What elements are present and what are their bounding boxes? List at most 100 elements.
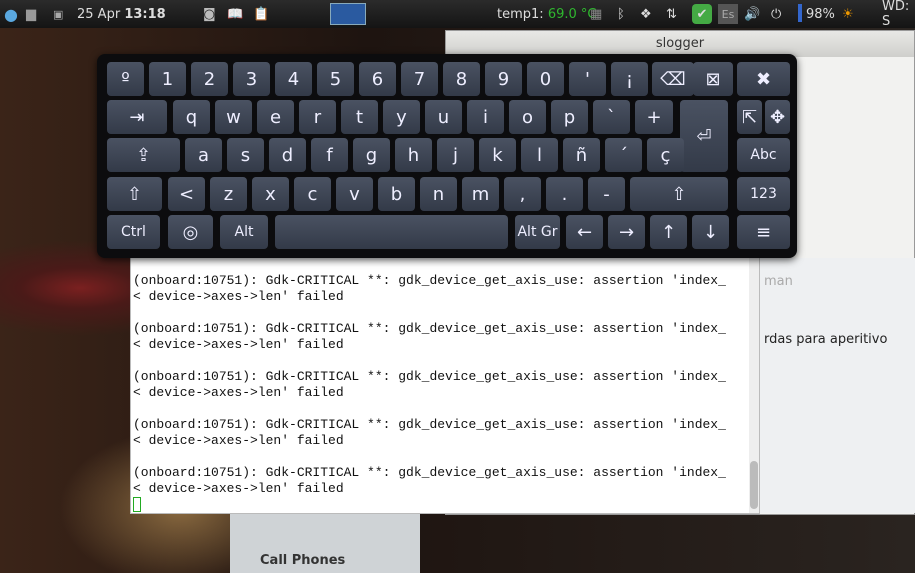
scrollbar-thumb[interactable] xyxy=(750,461,758,509)
key-y[interactable]: y xyxy=(383,100,420,134)
key-g[interactable]: g xyxy=(353,138,390,172)
folder-icon[interactable]: ▆ xyxy=(26,4,36,24)
key-h[interactable]: h xyxy=(395,138,432,172)
key-´[interactable]: ´ xyxy=(605,138,642,172)
key-Ctrl[interactable]: Ctrl xyxy=(107,215,160,249)
terminal-line: (onboard:10751): Gdk-CRITICAL **: gdk_de… xyxy=(133,369,726,384)
key-s[interactable]: s xyxy=(227,138,264,172)
key-4[interactable]: 4 xyxy=(275,62,312,96)
key-0[interactable]: 0 xyxy=(527,62,564,96)
xfce-menu-icon[interactable]: ● xyxy=(4,4,18,24)
key-p[interactable]: p xyxy=(551,100,588,134)
key-left-arrow[interactable]: ← xyxy=(566,215,603,249)
key-'[interactable]: ' xyxy=(569,62,606,96)
key-7[interactable]: 7 xyxy=(401,62,438,96)
key-o[interactable]: o xyxy=(509,100,546,134)
key-l[interactable]: l xyxy=(521,138,558,172)
check-icon[interactable]: ✔ xyxy=(692,4,712,24)
key-move[interactable]: ✥ xyxy=(765,100,790,134)
network-icon[interactable]: ⇅ xyxy=(666,4,677,24)
camera-icon[interactable]: ◙ xyxy=(203,4,216,24)
key-r[interactable]: r xyxy=(299,100,336,134)
key-b[interactable]: b xyxy=(378,177,415,211)
key-1[interactable]: 1 xyxy=(149,62,186,96)
call-phones-label[interactable]: Call Phones xyxy=(260,553,345,568)
terminal-icon[interactable]: ▣ xyxy=(53,4,63,24)
key-up-arrow[interactable]: ↑ xyxy=(650,215,687,249)
key-2[interactable]: 2 xyxy=(191,62,228,96)
key-8[interactable]: 8 xyxy=(443,62,480,96)
terminal-line: < device->axes->len' failed xyxy=(133,337,344,352)
key-`[interactable]: ` xyxy=(593,100,630,134)
key-k[interactable]: k xyxy=(479,138,516,172)
terminal-window[interactable]: (onboard:10751): Gdk-CRITICAL **: gdk_de… xyxy=(130,250,760,514)
key-d[interactable]: d xyxy=(269,138,306,172)
book-icon[interactable]: 📖 xyxy=(227,4,243,24)
key-ç[interactable]: ç xyxy=(647,138,684,172)
key-,[interactable]: , xyxy=(504,177,541,211)
time: 13:18 xyxy=(124,6,166,22)
key-ubuntu[interactable]: ◎ xyxy=(168,215,213,249)
key-caps-lock[interactable]: ⇪ xyxy=(107,138,180,172)
bluetooth-icon[interactable]: ᛒ xyxy=(617,4,625,24)
key-w[interactable]: w xyxy=(215,100,252,134)
date: 25 Apr xyxy=(77,6,121,22)
key-f[interactable]: f xyxy=(311,138,348,172)
key-123[interactable]: 123 xyxy=(737,177,790,211)
volume-icon[interactable]: 🔊 xyxy=(744,4,760,24)
key-º[interactable]: º xyxy=(107,62,144,96)
key-shift[interactable]: ⇧ xyxy=(107,177,162,211)
key-space[interactable] xyxy=(275,215,508,249)
key-close[interactable]: ✖ xyxy=(737,62,790,96)
key-.[interactable]: . xyxy=(546,177,583,211)
key-t[interactable]: t xyxy=(341,100,378,134)
key-u[interactable]: u xyxy=(425,100,462,134)
key-n[interactable]: n xyxy=(420,177,457,211)
keyboard-layout[interactable]: Es xyxy=(718,4,738,24)
key-5[interactable]: 5 xyxy=(317,62,354,96)
clock[interactable]: 25 Apr 13:18 xyxy=(77,4,166,24)
key-j[interactable]: j xyxy=(437,138,474,172)
key-settings[interactable]: ≡ xyxy=(737,215,790,249)
key-pointer[interactable]: ⇱ xyxy=(737,100,762,134)
onscreen-keyboard: º 1 2 3 4 5 6 7 8 9 0 ' ¡ ⌫ ⊠ ✖ ⇥ q w e r t y u i o p ` + ⏎ ⇱ ✥ ⇪ a s d f g h j… xyxy=(97,54,797,258)
power-icon[interactable]: ⏻ xyxy=(771,4,781,24)
key-q[interactable]: q xyxy=(173,100,210,134)
key-i[interactable]: i xyxy=(467,100,504,134)
key-¡[interactable]: ¡ xyxy=(611,62,648,96)
key-m[interactable]: m xyxy=(462,177,499,211)
key-x[interactable]: x xyxy=(252,177,289,211)
key-down-arrow[interactable]: ↓ xyxy=(692,215,729,249)
key-right-arrow[interactable]: → xyxy=(608,215,645,249)
key-<[interactable]: < xyxy=(168,177,205,211)
key-enter[interactable]: ⏎ xyxy=(680,100,728,172)
key-9[interactable]: 9 xyxy=(485,62,522,96)
key-backspace[interactable]: ⌫ xyxy=(652,62,694,96)
key-delete[interactable]: ⊠ xyxy=(693,62,733,96)
key-+[interactable]: + xyxy=(635,100,673,134)
terminal-line: < device->axes->len' failed xyxy=(133,289,344,304)
key-c[interactable]: c xyxy=(294,177,331,211)
terminal-scrollbar[interactable] xyxy=(749,251,759,513)
key-6[interactable]: 6 xyxy=(359,62,396,96)
battery-icon[interactable] xyxy=(798,4,802,22)
key-v[interactable]: v xyxy=(336,177,373,211)
key--[interactable]: - xyxy=(588,177,625,211)
key-e[interactable]: e xyxy=(257,100,294,134)
key-Alt[interactable]: Alt xyxy=(220,215,268,249)
weather-icon[interactable]: ☀ xyxy=(842,4,854,24)
key-Alt-Gr[interactable]: Alt Gr xyxy=(515,215,560,249)
clipboard-icon[interactable]: 📋 xyxy=(253,4,269,24)
contacts-panel: Call Phones xyxy=(230,513,420,573)
key-z[interactable]: z xyxy=(210,177,247,211)
workspace-switcher[interactable] xyxy=(330,3,366,25)
key-Abc[interactable]: Abc xyxy=(737,138,790,172)
key-tab[interactable]: ⇥ xyxy=(107,100,167,134)
key-shift[interactable]: ⇧ xyxy=(630,177,728,211)
key-ñ[interactable]: ñ xyxy=(563,138,600,172)
key-3[interactable]: 3 xyxy=(233,62,270,96)
terminal-output: (onboard:10751): Gdk-CRITICAL **: gdk_de… xyxy=(133,273,726,497)
dropbox-icon[interactable]: ❖ xyxy=(640,4,652,24)
key-a[interactable]: a xyxy=(185,138,222,172)
